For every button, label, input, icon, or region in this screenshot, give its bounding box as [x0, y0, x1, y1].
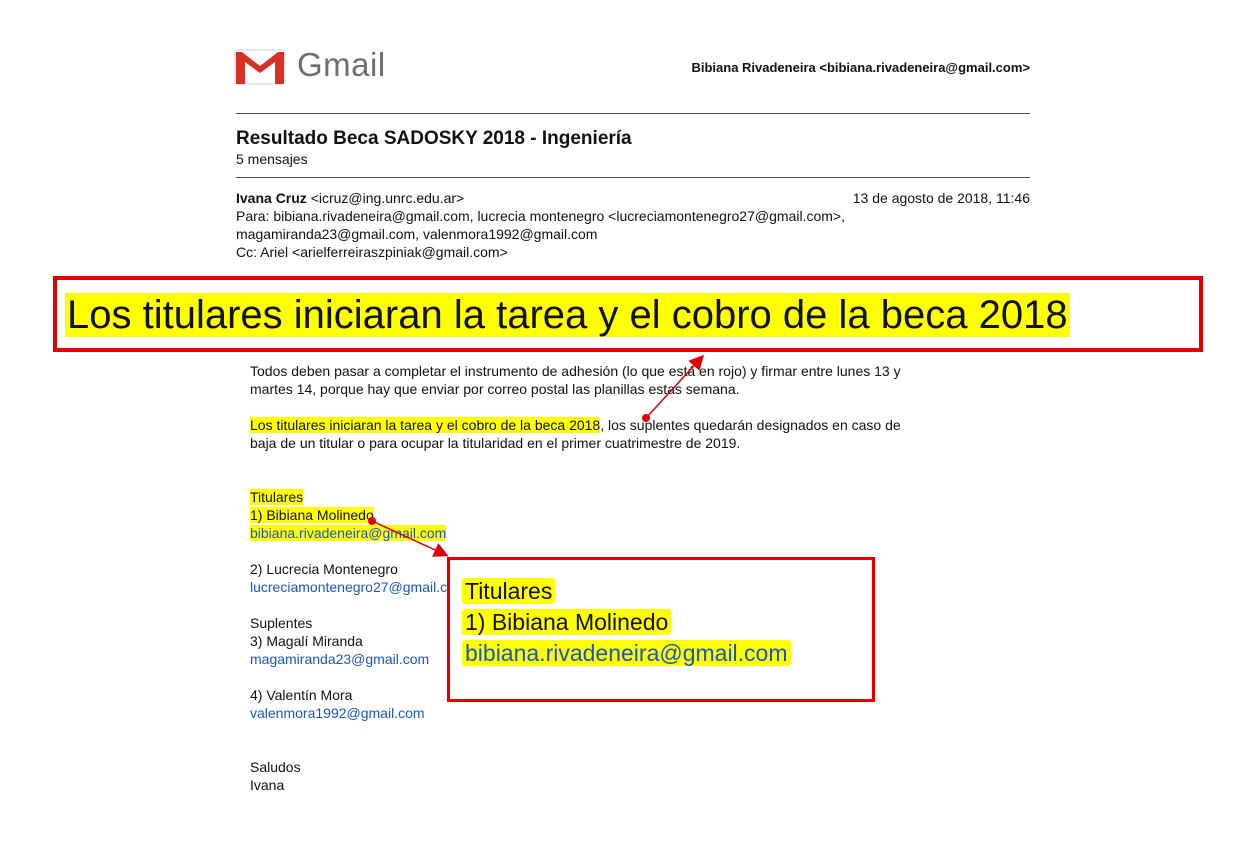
arrow-to-banner — [642, 354, 705, 422]
annotation-arrows — [368, 354, 705, 557]
arrow-to-zoom — [368, 517, 449, 557]
